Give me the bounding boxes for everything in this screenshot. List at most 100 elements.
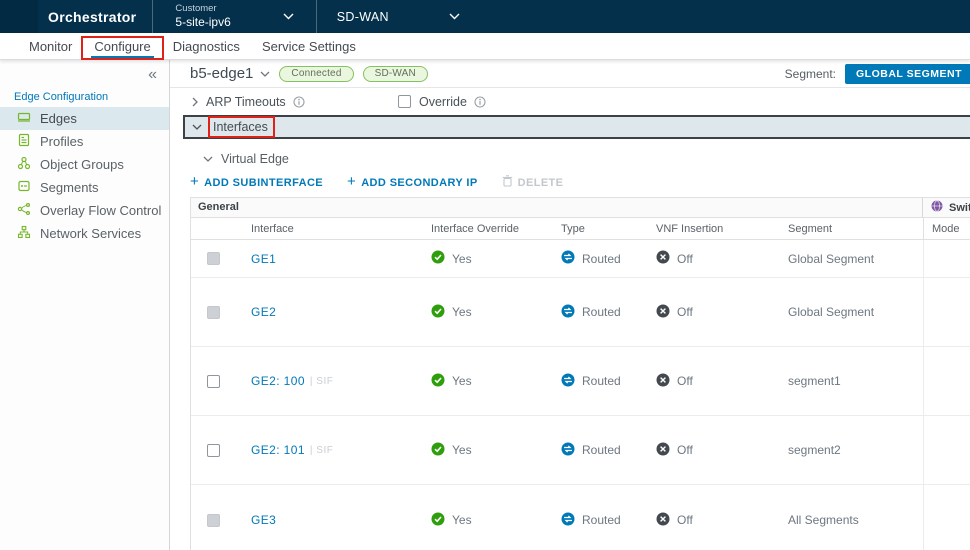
overlay-flow-icon	[17, 202, 31, 219]
col-header-type: Type	[561, 222, 585, 235]
sidebar-item-network-services[interactable]: Network Services	[0, 222, 169, 245]
info-icon[interactable]	[474, 95, 486, 108]
check-circle-icon	[431, 442, 445, 459]
override-checkbox[interactable]	[398, 95, 411, 108]
row-checkbox	[207, 305, 220, 319]
interface-link[interactable]: GE2: 101	[251, 443, 305, 457]
chevron-down-icon	[449, 13, 460, 20]
top-navbar: Orchestrator Customer 5-site-ipv6 SD-WAN	[0, 0, 970, 33]
interface-link[interactable]: GE2	[251, 305, 276, 319]
interfaces-panel: Virtual Edge + ADD SUBINTERFACE + ADD SE…	[170, 152, 970, 550]
sidebar-item-object-groups[interactable]: Object Groups	[0, 153, 169, 176]
table-row: GE2 Yes Routed Off Global Segment	[191, 278, 970, 347]
app-logo	[0, 0, 38, 33]
sidebar-item-profiles[interactable]: Profiles	[0, 130, 169, 153]
off-circle-icon	[656, 442, 670, 459]
table-row: GE1 Yes Routed Off Global Segment	[191, 240, 970, 278]
row-checkbox[interactable]	[207, 443, 220, 457]
segment-value: Global Segment	[788, 251, 875, 266]
table-actions: + ADD SUBINTERFACE + ADD SECONDARY IP DE…	[190, 173, 970, 190]
edge-device-icon	[17, 110, 31, 127]
delete-button: DELETE	[502, 175, 564, 190]
global-segment-button[interactable]: GLOBAL SEGMENT	[845, 63, 970, 84]
routed-icon	[561, 442, 575, 459]
routed-icon	[561, 512, 575, 529]
info-icon[interactable]	[293, 95, 305, 108]
tab-monitor[interactable]: Monitor	[18, 33, 83, 59]
customer-selector[interactable]: Customer 5-site-ipv6	[153, 3, 315, 30]
customer-value: 5-site-ipv6	[175, 14, 231, 29]
col-header-interface: Interface	[251, 222, 294, 235]
type-badge: SD-WAN	[362, 65, 428, 82]
segment-value: All Segments	[788, 513, 859, 527]
off-circle-icon	[656, 373, 670, 390]
off-circle-icon	[656, 512, 670, 529]
sif-tag: | SIF	[309, 444, 334, 456]
sidebar-item-edges[interactable]: Edges	[0, 107, 169, 130]
group-header-general: General	[191, 198, 923, 217]
sidebar-item-overlay-flow-control[interactable]: Overlay Flow Control	[0, 199, 169, 222]
sidebar: « Edge Configuration Edges Profiles Obje…	[0, 60, 170, 550]
object-groups-icon	[17, 156, 31, 173]
interfaces-section-header[interactable]: Interfaces	[183, 115, 970, 139]
table-row: GE3 Yes Routed Off All Segments	[191, 485, 970, 550]
add-subinterface-button[interactable]: + ADD SUBINTERFACE	[190, 173, 323, 190]
chevron-down-icon[interactable]	[260, 71, 270, 77]
col-header-mode: Mode	[923, 218, 970, 239]
profile-icon	[17, 133, 31, 150]
main-tabbar: Monitor Configure Diagnostics Service Se…	[0, 33, 970, 60]
routed-icon	[561, 250, 575, 267]
chevron-down-icon	[283, 13, 294, 20]
segment-label: Segment:	[784, 66, 837, 81]
sidebar-section-title: Edge Configuration	[14, 91, 109, 103]
network-services-icon	[17, 225, 31, 242]
table-row: GE2: 101 | SIF Yes Routed Off segment2	[191, 416, 970, 485]
override-label: Override	[419, 94, 467, 109]
off-circle-icon	[656, 304, 670, 321]
sif-tag: | SIF	[309, 375, 334, 387]
segments-icon	[17, 179, 31, 196]
col-header-vnf-insertion: VNF Insertion	[656, 222, 724, 235]
edge-header: b5-edge1 Connected SD-WAN Segment: GLOBA…	[170, 60, 970, 88]
sidebar-item-segments[interactable]: Segments	[0, 176, 169, 199]
switch-icon	[931, 200, 943, 215]
routed-icon	[561, 304, 575, 321]
virtual-edge-toggle[interactable]: Virtual Edge	[195, 152, 970, 166]
plus-icon: +	[347, 173, 357, 190]
interfaces-title: Interfaces	[213, 120, 268, 134]
active-tab-underline	[91, 56, 154, 59]
row-checkbox[interactable]	[207, 374, 220, 388]
tab-diagnostics[interactable]: Diagnostics	[162, 33, 251, 59]
product-selector[interactable]: SD-WAN	[317, 10, 482, 24]
group-header-switch: Switch	[923, 198, 970, 217]
check-circle-icon	[431, 512, 445, 529]
product-name: SD-WAN	[336, 9, 389, 24]
interface-link[interactable]: GE3	[251, 513, 276, 527]
edge-name[interactable]: b5-edge1	[190, 65, 253, 82]
col-header-interface-override: Interface Override	[431, 222, 520, 235]
tab-configure[interactable]: Configure	[81, 33, 164, 60]
off-circle-icon	[656, 250, 670, 267]
plus-icon: +	[190, 173, 200, 190]
interface-link[interactable]: GE1	[251, 252, 276, 266]
col-header-segment: Segment	[788, 222, 833, 235]
table-group-header: General Switch	[191, 198, 970, 218]
interfaces-table: General Switch Interface Interface Overr…	[190, 197, 970, 550]
check-circle-icon	[431, 304, 445, 321]
customer-label: Customer	[175, 3, 217, 15]
row-checkbox	[207, 513, 220, 527]
interface-link[interactable]: GE2: 100	[251, 374, 305, 388]
chevron-right-icon	[192, 97, 198, 107]
table-column-headers: Interface Interface Override Type VNF In…	[191, 218, 970, 240]
sidebar-collapse-icon[interactable]: «	[148, 67, 157, 83]
content-area: b5-edge1 Connected SD-WAN Segment: GLOBA…	[170, 60, 970, 550]
add-secondary-ip-button[interactable]: + ADD SECONDARY IP	[347, 173, 478, 190]
segment-value: segment2	[788, 443, 841, 457]
arp-timeouts-section-header[interactable]: ARP Timeouts Override	[170, 88, 970, 115]
segment-value: segment1	[788, 374, 841, 388]
row-checkbox	[207, 252, 220, 265]
tab-service-settings[interactable]: Service Settings	[251, 33, 367, 59]
arp-timeouts-title: ARP Timeouts	[206, 94, 286, 109]
chevron-down-icon	[203, 156, 213, 162]
table-row: GE2: 100 | SIF Yes Routed Off segment1	[191, 347, 970, 416]
